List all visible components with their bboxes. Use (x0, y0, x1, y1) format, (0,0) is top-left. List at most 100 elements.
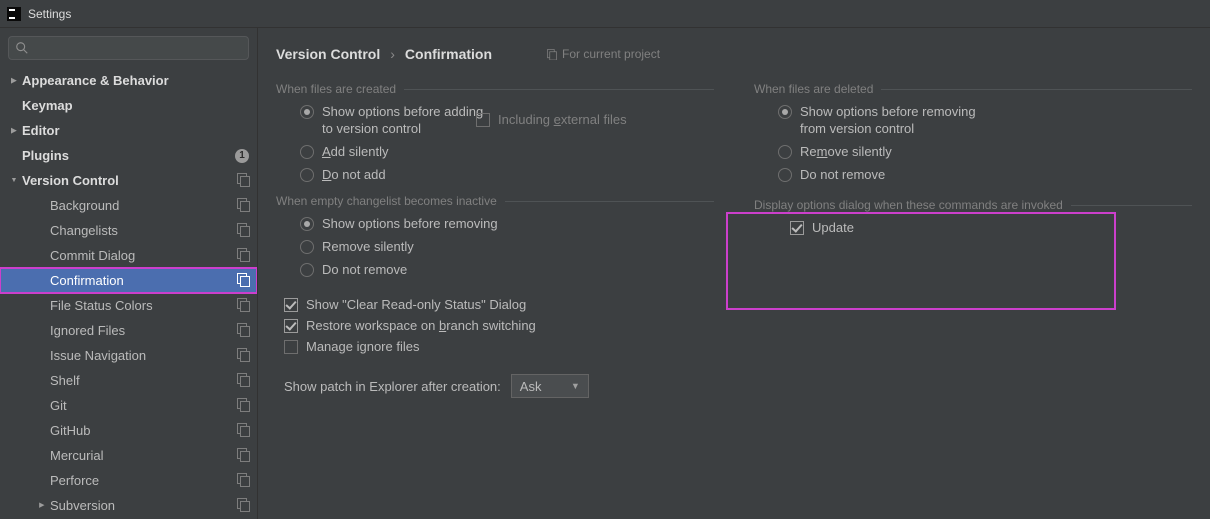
checkbox-label: Show "Clear Read-only Status" Dialog (306, 297, 526, 312)
radio-created-1[interactable]: Add silently (300, 144, 714, 159)
checkbox-icon (284, 319, 298, 333)
checkbox-restore-workspace[interactable]: Restore workspace on branch switching (284, 318, 714, 333)
breadcrumb-page: Confirmation (405, 46, 492, 62)
radio-created-2[interactable]: Do not add (300, 167, 714, 182)
breadcrumb-section: Version Control (276, 46, 380, 62)
tree-label: Plugins (22, 148, 69, 163)
checkbox-label: Manage ignore files (306, 339, 419, 354)
tree-row-subversion[interactable]: Subversion (0, 493, 257, 518)
tree-row-confirmation[interactable]: Confirmation (0, 268, 257, 293)
radio-deleted-1[interactable]: Remove silently (778, 144, 1192, 159)
tree-row-version-control[interactable]: Version Control (0, 168, 257, 193)
tree-label: Issue Navigation (50, 348, 146, 363)
radio-label: Do not add (322, 167, 386, 182)
radio-icon (300, 240, 314, 254)
search-input-wrap[interactable] (8, 36, 249, 60)
radio-label: Show options before addingto version con… (322, 104, 483, 136)
count-badge: 1 (235, 149, 249, 163)
project-scope-icon (237, 423, 249, 438)
radio-deleted-0[interactable]: Show options before removingfrom version… (778, 104, 1192, 136)
radio-changelist-0[interactable]: Show options before removing (300, 216, 714, 231)
tree-label: GitHub (50, 423, 90, 438)
tree-row-perforce[interactable]: Perforce (0, 468, 257, 493)
chevron-right-icon (34, 500, 50, 511)
tree-label: Mercurial (50, 448, 103, 463)
checkbox-update[interactable]: Update (778, 220, 1192, 235)
radio-icon (300, 168, 314, 182)
project-scope-icon (237, 498, 249, 513)
tree-row-editor[interactable]: Editor (0, 118, 257, 143)
checkbox-clear-readonly[interactable]: Show "Clear Read-only Status" Dialog (284, 297, 714, 312)
group-files-deleted: When files are deleted Show options befo… (754, 82, 1192, 182)
tree-row-keymap[interactable]: Keymap (0, 93, 257, 118)
checkbox-label: Including external files (498, 112, 627, 127)
tree-row-appearance-behavior[interactable]: Appearance & Behavior (0, 68, 257, 93)
settings-content: Version Control Confirmation For current… (258, 28, 1210, 519)
tree-label: Appearance & Behavior (22, 73, 169, 88)
tree-label: Changelists (50, 223, 118, 238)
tree-label: Shelf (50, 373, 80, 388)
tree-row-changelists[interactable]: Changelists (0, 218, 257, 243)
breadcrumb: Version Control Confirmation For current… (276, 40, 1192, 68)
radio-label: Do not remove (800, 167, 885, 182)
tree-label: Confirmation (50, 273, 124, 288)
tree-row-shelf[interactable]: Shelf (0, 368, 257, 393)
group-empty-changelist: When empty changelist becomes inactive S… (276, 194, 714, 277)
tree-row-background[interactable]: Background (0, 193, 257, 218)
project-scope-icon (237, 348, 249, 363)
tree-label: Perforce (50, 473, 99, 488)
project-scope-icon (237, 448, 249, 463)
search-input[interactable] (29, 41, 248, 55)
divider (1071, 205, 1192, 206)
group-files-created: When files are created Show options befo… (276, 82, 714, 182)
tree-row-github[interactable]: GitHub (0, 418, 257, 443)
tree-label: Commit Dialog (50, 248, 135, 263)
radio-changelist-2[interactable]: Do not remove (300, 262, 714, 277)
radio-icon (778, 145, 792, 159)
radio-deleted-2[interactable]: Do not remove (778, 167, 1192, 182)
checkbox-icon (790, 221, 804, 235)
tree-label: File Status Colors (50, 298, 153, 313)
chevron-right-icon (6, 125, 22, 136)
checkbox-including-external[interactable]: Including external files (476, 112, 627, 127)
checkbox-label: Restore workspace on branch switching (306, 318, 536, 333)
project-scope-icon (237, 473, 249, 488)
tree-row-plugins[interactable]: Plugins 1 (0, 143, 257, 168)
project-scope-icon (237, 273, 249, 288)
chevron-right-icon (390, 46, 395, 62)
project-scope-icon (237, 398, 249, 413)
checkbox-icon (284, 340, 298, 354)
radio-icon (300, 145, 314, 159)
tree-row-mercurial[interactable]: Mercurial (0, 443, 257, 468)
tree-label: Version Control (22, 173, 119, 188)
divider (881, 89, 1192, 90)
window-title: Settings (28, 7, 71, 21)
radio-label: Remove silently (322, 239, 414, 254)
tree-row-commit-dialog[interactable]: Commit Dialog (0, 243, 257, 268)
patch-row: Show patch in Explorer after creation: A… (276, 374, 714, 398)
select-patch-action[interactable]: Ask (511, 374, 589, 398)
divider (505, 201, 714, 202)
chevron-down-icon (6, 175, 22, 186)
project-scope-icon (237, 223, 249, 238)
group-display-dialog: Display options dialog when these comman… (754, 198, 1192, 235)
tree-label: Ignored Files (50, 323, 125, 338)
left-column: When files are created Show options befo… (276, 82, 714, 398)
tree-row-git[interactable]: Git (0, 393, 257, 418)
tree-row-file-status-colors[interactable]: File Status Colors (0, 293, 257, 318)
radio-changelist-1[interactable]: Remove silently (300, 239, 714, 254)
radio-label: Add silently (322, 144, 388, 159)
project-scope-icon (237, 298, 249, 313)
titlebar: Settings (0, 0, 1210, 28)
radio-icon (778, 168, 792, 182)
patch-label: Show patch in Explorer after creation: (284, 379, 501, 394)
tree-row-issue-navigation[interactable]: Issue Navigation (0, 343, 257, 368)
select-value: Ask (520, 379, 542, 394)
group-heading: When empty changelist becomes inactive (276, 194, 497, 208)
checkbox-manage-ignore[interactable]: Manage ignore files (284, 339, 714, 354)
tree-row-ignored-files[interactable]: Ignored Files (0, 318, 257, 343)
search-icon (15, 41, 29, 55)
group-heading: Display options dialog when these comman… (754, 198, 1063, 212)
app-icon (6, 6, 22, 22)
radio-icon (300, 263, 314, 277)
